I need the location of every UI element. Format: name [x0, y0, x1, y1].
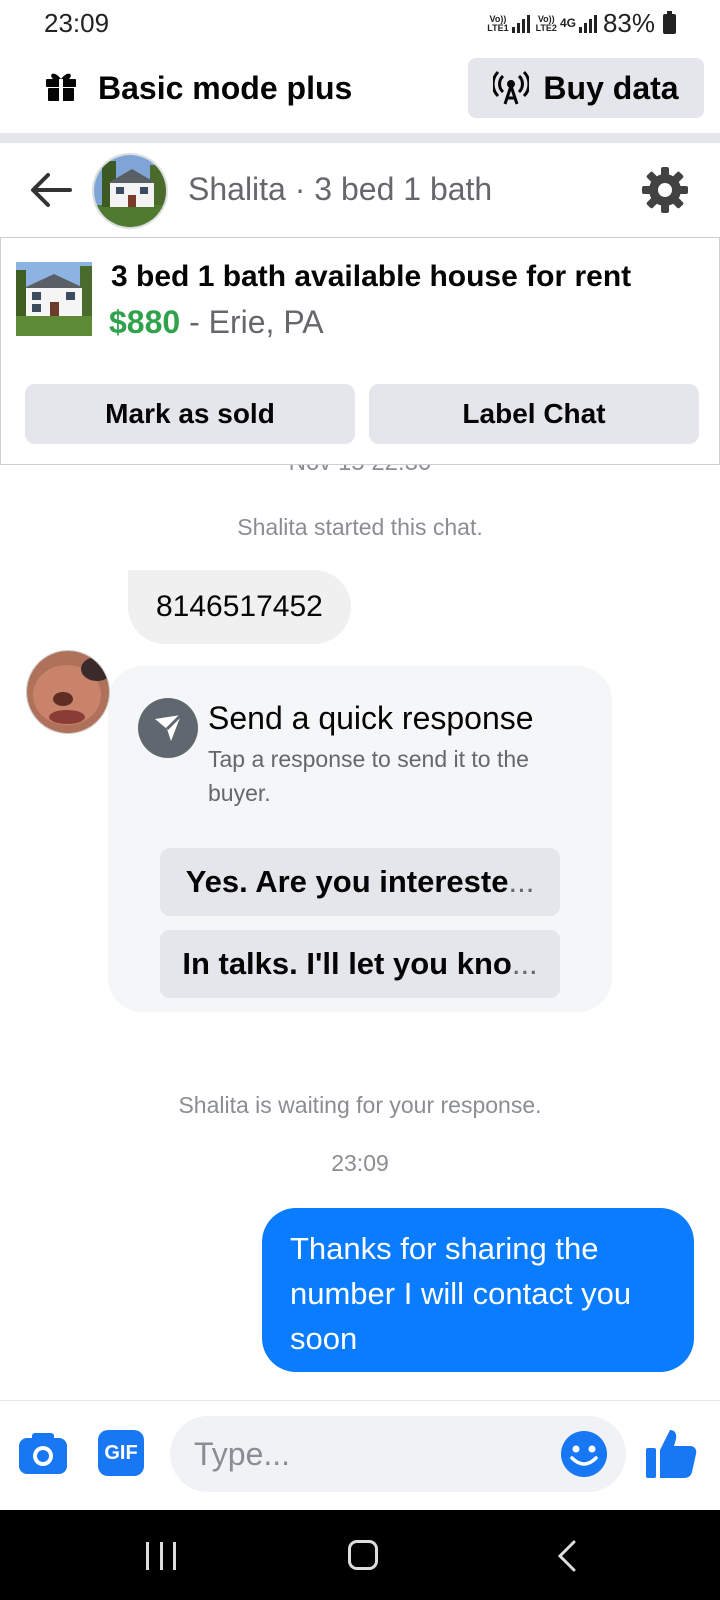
back-arrow-icon[interactable]	[28, 167, 74, 213]
basic-mode-banner: Basic mode plus Buy data	[0, 52, 720, 130]
listing-thumbnail[interactable]	[16, 262, 92, 336]
gear-icon[interactable]	[640, 165, 690, 215]
message-input[interactable]	[194, 1416, 534, 1492]
outgoing-message[interactable]: Thanks for sharing the number I will con…	[262, 1208, 694, 1372]
basic-mode-title: Basic mode plus	[98, 70, 353, 106]
listing-avatar[interactable]	[92, 153, 168, 229]
message-time: 23:09	[331, 1150, 389, 1176]
status-time: 23:09	[44, 8, 110, 38]
thumbs-up-icon[interactable]	[644, 1426, 698, 1480]
label-chat-button[interactable]: Label Chat	[369, 384, 699, 444]
chat-started-text: Shalita started this chat.	[237, 514, 483, 540]
sim1-signal-icon: Vo)) LTE1	[487, 14, 530, 33]
ellipsis: ...	[511, 946, 538, 981]
nav-back-icon[interactable]	[556, 1540, 578, 1572]
broadcast-icon	[493, 70, 530, 105]
battery-percent: 83%	[602, 8, 655, 38]
ellipsis: ...	[508, 864, 535, 899]
home-icon[interactable]	[348, 1540, 378, 1570]
divider	[0, 133, 720, 143]
listing-title: 3 bed 1 bath available house for rent	[111, 260, 632, 293]
listing-price-line: $880 - Erie, PA	[109, 304, 324, 341]
battery-icon	[663, 10, 676, 34]
message-input-container[interactable]	[170, 1416, 626, 1492]
emoji-icon[interactable]	[560, 1430, 608, 1478]
sim2-signal-icon: Vo)) LTE2 4G	[536, 14, 597, 33]
quick-reply-yes-label: Yes. Are you intereste	[185, 864, 509, 899]
buy-data-label: Buy data	[543, 69, 679, 106]
incoming-message[interactable]: 8146517452	[128, 570, 351, 644]
status-bar: 23:09 Vo)) LTE1 Vo)) LTE2 4G 83%	[0, 0, 720, 48]
chat-header: Shalita · 3 bed 1 bath	[0, 143, 720, 237]
quick-reply-in-talks-label: In talks. I'll let you kno	[182, 946, 512, 981]
status-icons: Vo)) LTE1 Vo)) LTE2 4G 83%	[487, 8, 676, 39]
chat-title: Shalita · 3 bed 1 bath	[188, 171, 493, 207]
sender-avatar[interactable]	[26, 650, 110, 734]
quick-reply-in-talks[interactable]: In talks. I'll let you kno...	[160, 930, 560, 998]
buy-data-button[interactable]: Buy data	[468, 58, 704, 118]
system-nav-bar	[0, 1510, 720, 1600]
gif-button[interactable]: GIF	[98, 1430, 144, 1476]
quick-response-card: Send a quick response Tap a response to …	[108, 666, 612, 1012]
camera-icon[interactable]	[18, 1430, 68, 1476]
quick-response-subtitle: Tap a response to send it to the buyer.	[208, 746, 529, 806]
listing-location: - Erie, PA	[180, 304, 324, 340]
quick-response-title: Send a quick response	[208, 700, 534, 736]
waiting-text: Shalita is waiting for your response.	[178, 1092, 542, 1118]
quick-reply-yes[interactable]: Yes. Are you intereste...	[160, 848, 560, 916]
quick-response-icon	[138, 698, 198, 758]
listing-price: $880	[109, 304, 181, 340]
gift-icon	[46, 73, 76, 101]
mark-as-sold-button[interactable]: Mark as sold	[25, 384, 355, 444]
composer-divider	[0, 1400, 720, 1401]
network-type: 4G	[559, 16, 576, 30]
listing-card[interactable]: 3 bed 1 bath available house for rent $8…	[0, 237, 720, 465]
recents-icon[interactable]	[146, 1542, 176, 1570]
